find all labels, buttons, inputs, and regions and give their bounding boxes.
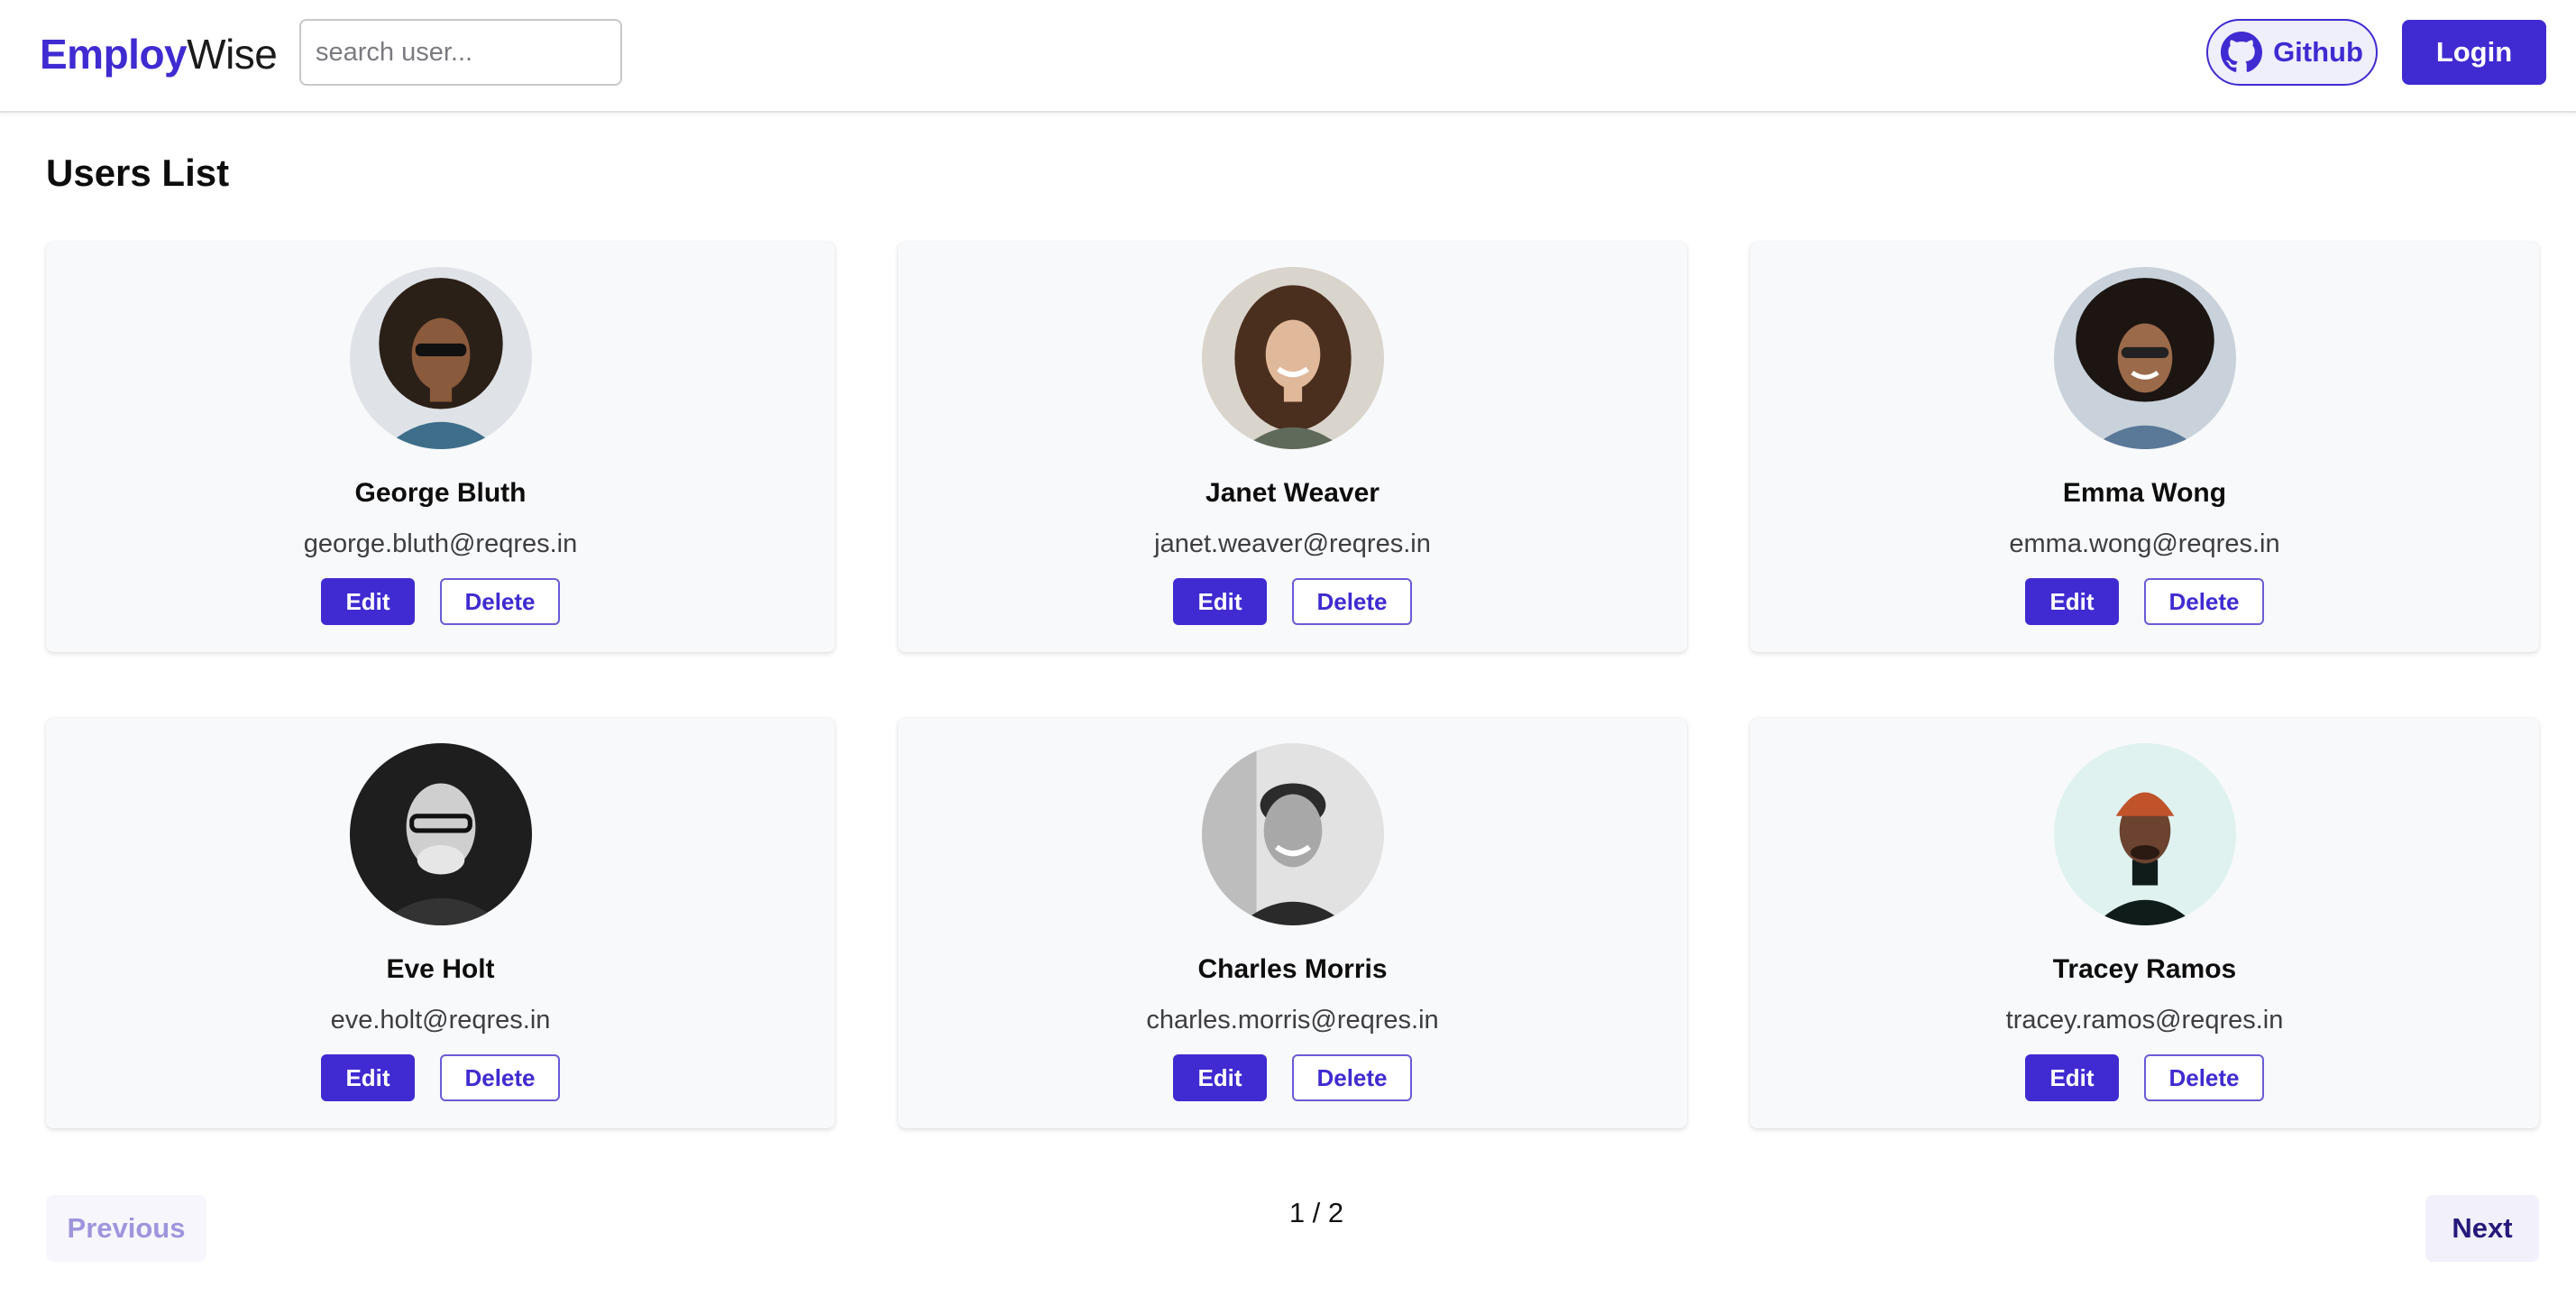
card-actions: Edit Delete — [46, 1054, 835, 1101]
user-card: Emma Wong emma.wong@reqres.in Edit Delet… — [1750, 242, 2539, 652]
card-actions: Edit Delete — [1750, 1054, 2539, 1101]
previous-button[interactable]: Previous — [46, 1195, 206, 1262]
top-navbar: EmployWise Github Login — [0, 0, 2576, 113]
delete-button[interactable]: Delete — [1292, 578, 1412, 625]
login-button[interactable]: Login — [2402, 20, 2546, 85]
page-indicator: 1 / 2 — [1288, 1197, 1344, 1228]
avatar — [349, 267, 532, 449]
card-actions: Edit Delete — [1750, 578, 2539, 625]
user-email: george.bluth@reqres.in — [303, 529, 578, 558]
edit-button[interactable]: Edit — [2025, 1054, 2119, 1101]
avatar-image — [1201, 267, 1384, 449]
page-title: Users List — [46, 152, 230, 194]
avatar — [2053, 267, 2236, 449]
delete-button[interactable]: Delete — [2144, 1054, 2264, 1101]
user-name: Eve Holt — [386, 954, 495, 984]
user-email: charles.morris@reqres.in — [1146, 1006, 1439, 1035]
edit-button[interactable]: Edit — [321, 578, 415, 625]
avatar-image — [2053, 743, 2236, 925]
user-name: Tracey Ramos — [2052, 954, 2237, 984]
avatar — [1201, 743, 1384, 925]
github-button[interactable]: Github — [2206, 19, 2378, 86]
user-email: eve.holt@reqres.in — [330, 1006, 551, 1035]
card-actions: Edit Delete — [898, 1054, 1687, 1101]
edit-button[interactable]: Edit — [1173, 578, 1267, 625]
delete-button[interactable]: Delete — [2144, 578, 2264, 625]
avatar-image — [2053, 267, 2236, 449]
search-input[interactable] — [299, 19, 622, 86]
user-name: Emma Wong — [2062, 478, 2227, 508]
users-grid: George Bluth george.bluth@reqres.in Edit… — [46, 242, 2539, 1128]
delete-button[interactable]: Delete — [1292, 1054, 1412, 1101]
avatar-image — [1201, 743, 1384, 925]
avatar-image — [349, 267, 532, 449]
edit-button[interactable]: Edit — [321, 1054, 415, 1101]
card-actions: Edit Delete — [46, 578, 835, 625]
user-card: Eve Holt eve.holt@reqres.in Edit Delete — [46, 718, 835, 1128]
user-card: Janet Weaver janet.weaver@reqres.in Edit… — [898, 242, 1687, 652]
user-card: Tracey Ramos tracey.ramos@reqres.in Edit… — [1750, 718, 2539, 1128]
avatar-image — [349, 743, 532, 925]
github-icon — [2221, 32, 2263, 72]
avatar — [2053, 743, 2236, 925]
edit-button[interactable]: Edit — [1173, 1054, 1267, 1101]
app-logo[interactable]: EmployWise — [40, 27, 278, 81]
user-card: George Bluth george.bluth@reqres.in Edit… — [46, 242, 835, 652]
card-actions: Edit Delete — [898, 578, 1687, 625]
user-email: emma.wong@reqres.in — [2009, 529, 2280, 558]
user-email: janet.weaver@reqres.in — [1154, 529, 1431, 558]
avatar — [349, 743, 532, 925]
user-email: tracey.ramos@reqres.in — [2005, 1006, 2284, 1035]
delete-button[interactable]: Delete — [440, 578, 560, 625]
edit-button[interactable]: Edit — [2025, 578, 2119, 625]
next-button[interactable]: Next — [2425, 1195, 2539, 1262]
user-name: Janet Weaver — [1205, 478, 1380, 508]
user-name: Charles Morris — [1197, 954, 1388, 984]
avatar — [1201, 267, 1384, 449]
user-name: George Bluth — [354, 478, 527, 508]
logo-text-wise: Wise — [187, 31, 278, 78]
logo-text-employ: Employ — [40, 31, 188, 78]
user-card: Charles Morris charles.morris@reqres.in … — [898, 718, 1687, 1128]
github-label: Github — [2273, 36, 2363, 68]
delete-button[interactable]: Delete — [440, 1054, 560, 1101]
